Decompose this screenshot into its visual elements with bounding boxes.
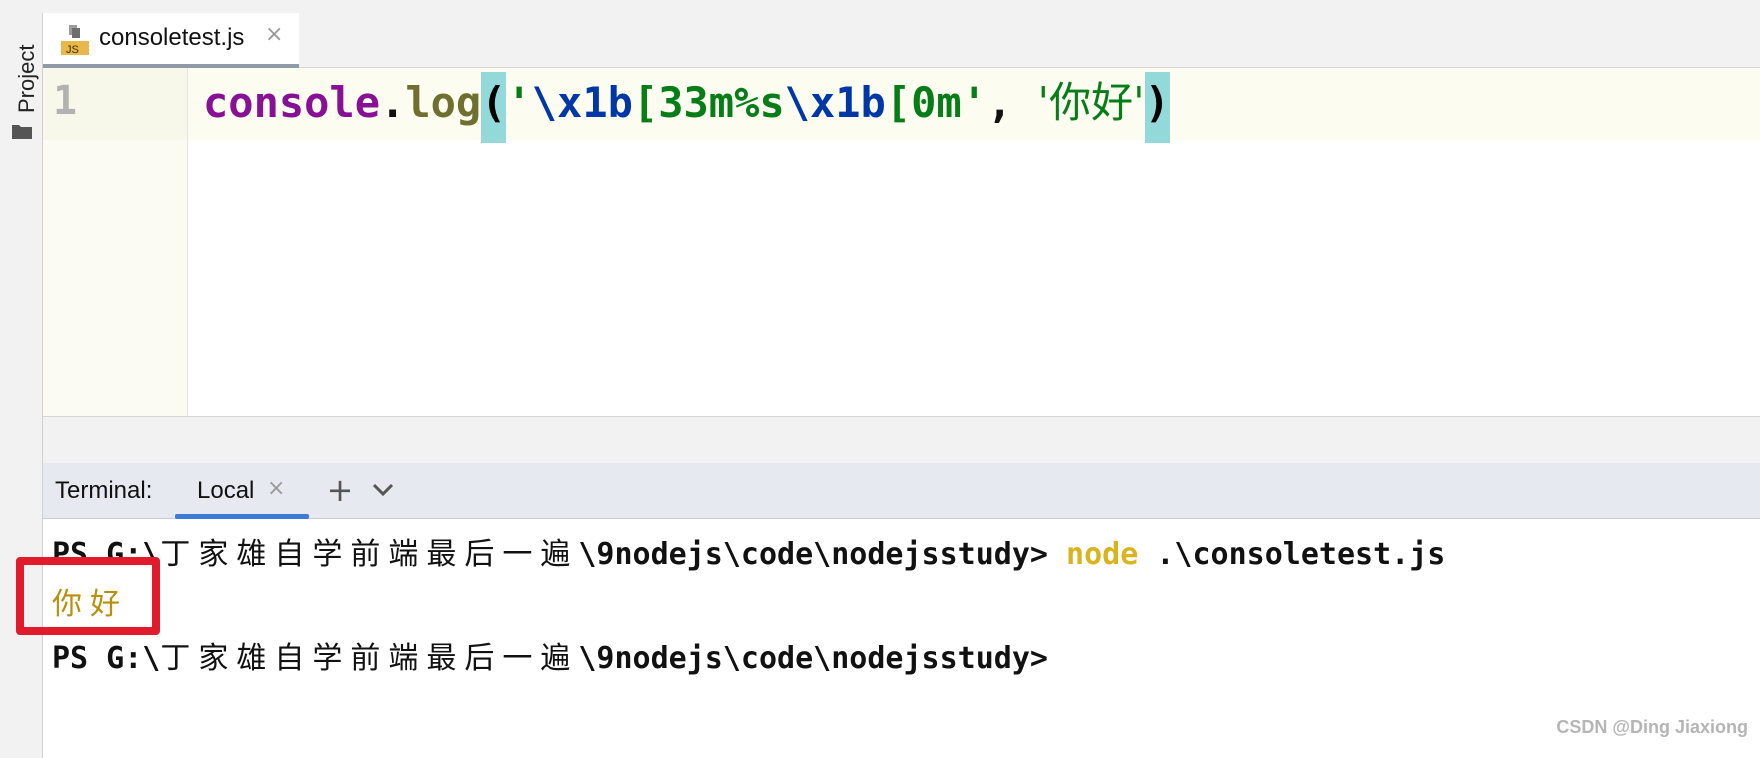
- code-method: log: [405, 78, 482, 127]
- code-editor[interactable]: 1 console.log('\x1b[33m%s\x1b[0m', '你好'): [43, 68, 1760, 416]
- tab-consoletest-js[interactable]: JS consoletest.js ×: [43, 13, 299, 68]
- code-escape: \x1b: [531, 78, 633, 127]
- prompt-path: \9nodejs\code\nodejsstudy>: [578, 537, 1048, 572]
- editor-tab-bar: JS consoletest.js ×: [43, 13, 1760, 68]
- command-argument: .\consoletest.js: [1138, 537, 1446, 572]
- code-quote: ': [961, 78, 987, 127]
- close-icon[interactable]: ×: [265, 22, 283, 47]
- prompt-cjk-path: 丁家雄自学前端最后一遍: [160, 641, 579, 676]
- js-file-icon: JS: [61, 25, 89, 56]
- tab-label: consoletest.js: [99, 24, 245, 51]
- terminal-line: PS G:\丁家雄自学前端最后一遍\9nodejs\code\nodejsstu…: [52, 529, 1445, 573]
- js-icon-text: JS: [66, 44, 79, 56]
- code-quote: ': [506, 78, 532, 127]
- project-tool-button[interactable]: Project: [6, 35, 40, 145]
- watermark: CSDN @Ding Jiaxiong: [1556, 717, 1748, 737]
- prompt-prefix: PS G:\: [52, 641, 161, 676]
- code-reset: [0m: [885, 78, 962, 127]
- terminal-tab-label: Local: [197, 477, 255, 504]
- code-format: [33m%s: [632, 78, 785, 127]
- close-icon[interactable]: ×: [267, 476, 285, 501]
- tab-local[interactable]: Local ×: [175, 463, 309, 519]
- terminal-header: Terminal: Local × +: [43, 463, 1760, 519]
- folder-icon: [12, 125, 32, 139]
- command-node: node: [1066, 537, 1139, 572]
- code-close-paren: ): [1144, 72, 1170, 143]
- left-tool-stripe: Project: [0, 13, 43, 758]
- code-string-argument: '你好': [1037, 78, 1145, 127]
- annotation-highlight-box: [16, 557, 160, 635]
- prompt-path: \9nodejs\code\nodejsstudy>: [578, 641, 1048, 676]
- line-number: 1: [53, 78, 78, 124]
- code-comma: ,: [986, 78, 1038, 127]
- line-gutter: 1: [43, 68, 188, 416]
- code-line[interactable]: console.log('\x1b[33m%s\x1b[0m', '你好'): [203, 72, 1170, 143]
- terminal-title: Terminal:: [55, 477, 153, 504]
- code-escape: \x1b: [784, 78, 886, 127]
- code-identifier: console: [203, 78, 381, 127]
- code-dot: .: [380, 78, 406, 127]
- project-label: Project: [14, 44, 39, 113]
- editor-bottom-bar: [43, 416, 1760, 464]
- code-open-paren: (: [481, 72, 507, 143]
- terminal-line: PS G:\丁家雄自学前端最后一遍\9nodejs\code\nodejsstu…: [52, 633, 1048, 677]
- terminal-output[interactable]: PS G:\丁家雄自学前端最后一遍\9nodejs\code\nodejsstu…: [16, 519, 1760, 758]
- plus-icon[interactable]: +: [323, 471, 357, 509]
- chevron-down-icon[interactable]: [366, 471, 400, 509]
- prompt-cjk-path: 丁家雄自学前端最后一遍: [160, 537, 579, 572]
